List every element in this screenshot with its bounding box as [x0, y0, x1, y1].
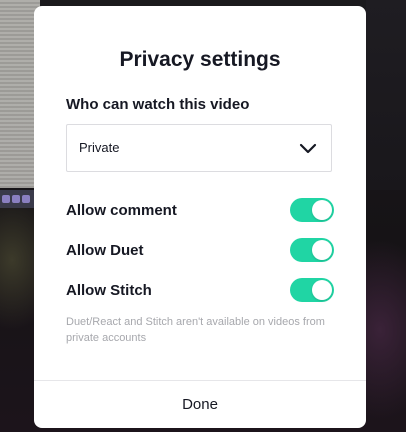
allow-duet-label: Allow Duet — [66, 242, 144, 259]
background-panel — [366, 0, 406, 190]
allow-stitch-label: Allow Stitch — [66, 282, 152, 299]
dialog-title: Privacy settings — [119, 48, 281, 71]
privacy-settings-dialog: Privacy settings Who can watch this vide… — [34, 6, 366, 428]
toggle-knob — [312, 280, 332, 300]
allow-stitch-toggle[interactable] — [290, 278, 334, 302]
allow-comment-label: Allow comment — [66, 202, 177, 219]
done-button[interactable]: Done — [34, 381, 366, 428]
allow-duet-toggle[interactable] — [290, 238, 334, 262]
dock-icon — [12, 195, 20, 203]
dock-icon — [22, 195, 30, 203]
chevron-down-icon — [299, 143, 317, 154]
toggle-knob — [312, 200, 332, 220]
dock-icon — [2, 195, 10, 203]
private-account-note: Duet/React and Stitch aren't available o… — [66, 316, 325, 344]
background-dock — [0, 190, 38, 208]
allow-comment-toggle[interactable] — [290, 198, 334, 222]
visibility-selected-value: Private — [79, 140, 120, 155]
toggle-knob — [312, 240, 332, 260]
visibility-select[interactable]: Private — [66, 124, 332, 172]
visibility-label: Who can watch this video — [66, 96, 250, 113]
